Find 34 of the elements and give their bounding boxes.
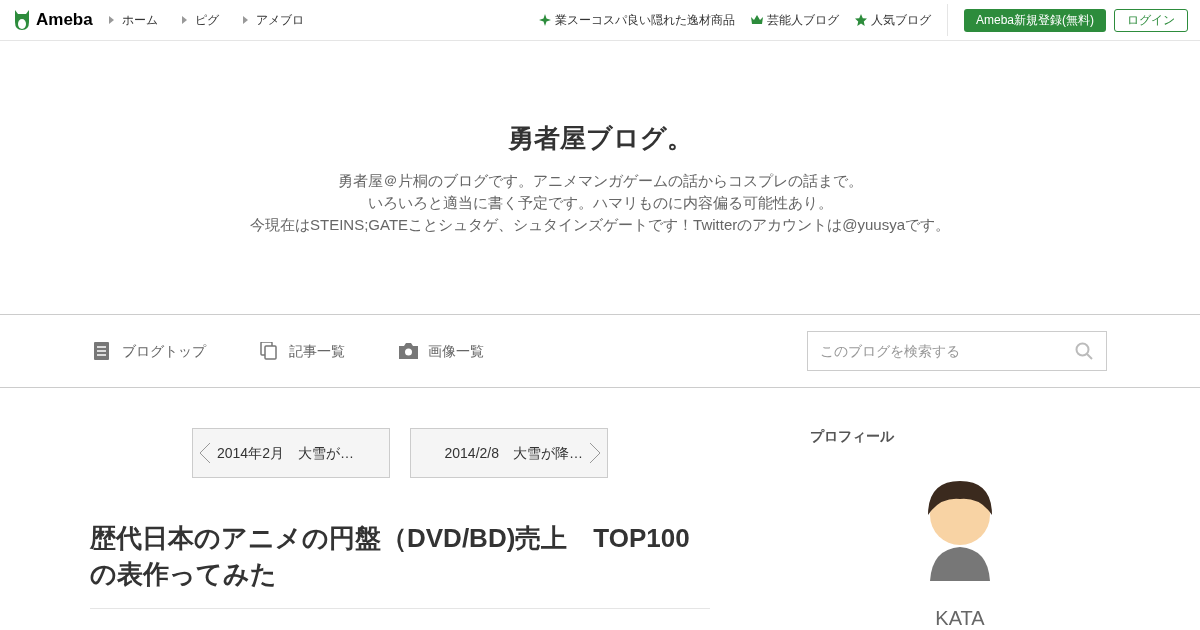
- profile-name[interactable]: KATA: [935, 603, 985, 630]
- chevron-left-icon: [199, 442, 211, 464]
- triangle-icon: [181, 16, 187, 24]
- logo[interactable]: Ameba: [36, 7, 93, 33]
- register-button[interactable]: Ameba新規登録(無料): [964, 8, 1106, 32]
- blog-description: 勇者屋＠片桐のブログです。アニメマンガゲームの話からコスプレの話まで。: [337, 171, 863, 191]
- crown-icon: [751, 14, 763, 26]
- blog-nav-link[interactable]: 画像一覧: [399, 340, 484, 362]
- header-link[interactable]: 芸能人ブログ: [751, 11, 839, 29]
- nav-link[interactable]: ピグ: [181, 11, 219, 29]
- sparkle-icon: [539, 14, 551, 26]
- chevron-right-icon: [589, 442, 601, 464]
- triangle-icon: [242, 16, 248, 24]
- blog-title[interactable]: 勇者屋ブログ。: [507, 119, 693, 158]
- profile-heading: プロフィール: [810, 427, 895, 446]
- mascot-icon: [12, 8, 32, 32]
- next-article-link[interactable]: 2014/2/8 大雪が降…: [410, 428, 608, 478]
- article-title[interactable]: 歴代日本のアニメの円盤（DVD/BD)売上 TOP100の表作ってみた: [90, 520, 710, 609]
- blog-description: 今現在はSTEINS;GATEことシュタゲ、シュタインズゲートです！Twitterのアカウントは@yuusyaです。: [250, 215, 950, 235]
- copy-icon: [260, 342, 279, 360]
- nav-link[interactable]: アメブロ: [242, 11, 304, 29]
- header-link[interactable]: 人気ブログ: [855, 11, 931, 29]
- star-icon: [855, 14, 867, 26]
- blog-description: いろいろと適当に書く予定です。ハマリものに内容偏る可能性あり。: [367, 193, 833, 213]
- blog-nav-link[interactable]: ブログトップ: [93, 340, 206, 362]
- camera-icon: [399, 342, 418, 360]
- search-field[interactable]: このブログを検索する: [807, 331, 1107, 371]
- document-icon: [93, 342, 112, 360]
- previous-article-link[interactable]: 2014年2月 大雪が…: [192, 428, 390, 478]
- nav-link[interactable]: ホーム: [108, 11, 158, 29]
- triangle-icon: [108, 16, 114, 24]
- header-link[interactable]: 業スーコスパ良い隠れた逸材商品: [539, 11, 735, 29]
- blog-nav-link[interactable]: 記事一覧: [260, 340, 345, 362]
- login-button[interactable]: ログイン: [1114, 8, 1188, 32]
